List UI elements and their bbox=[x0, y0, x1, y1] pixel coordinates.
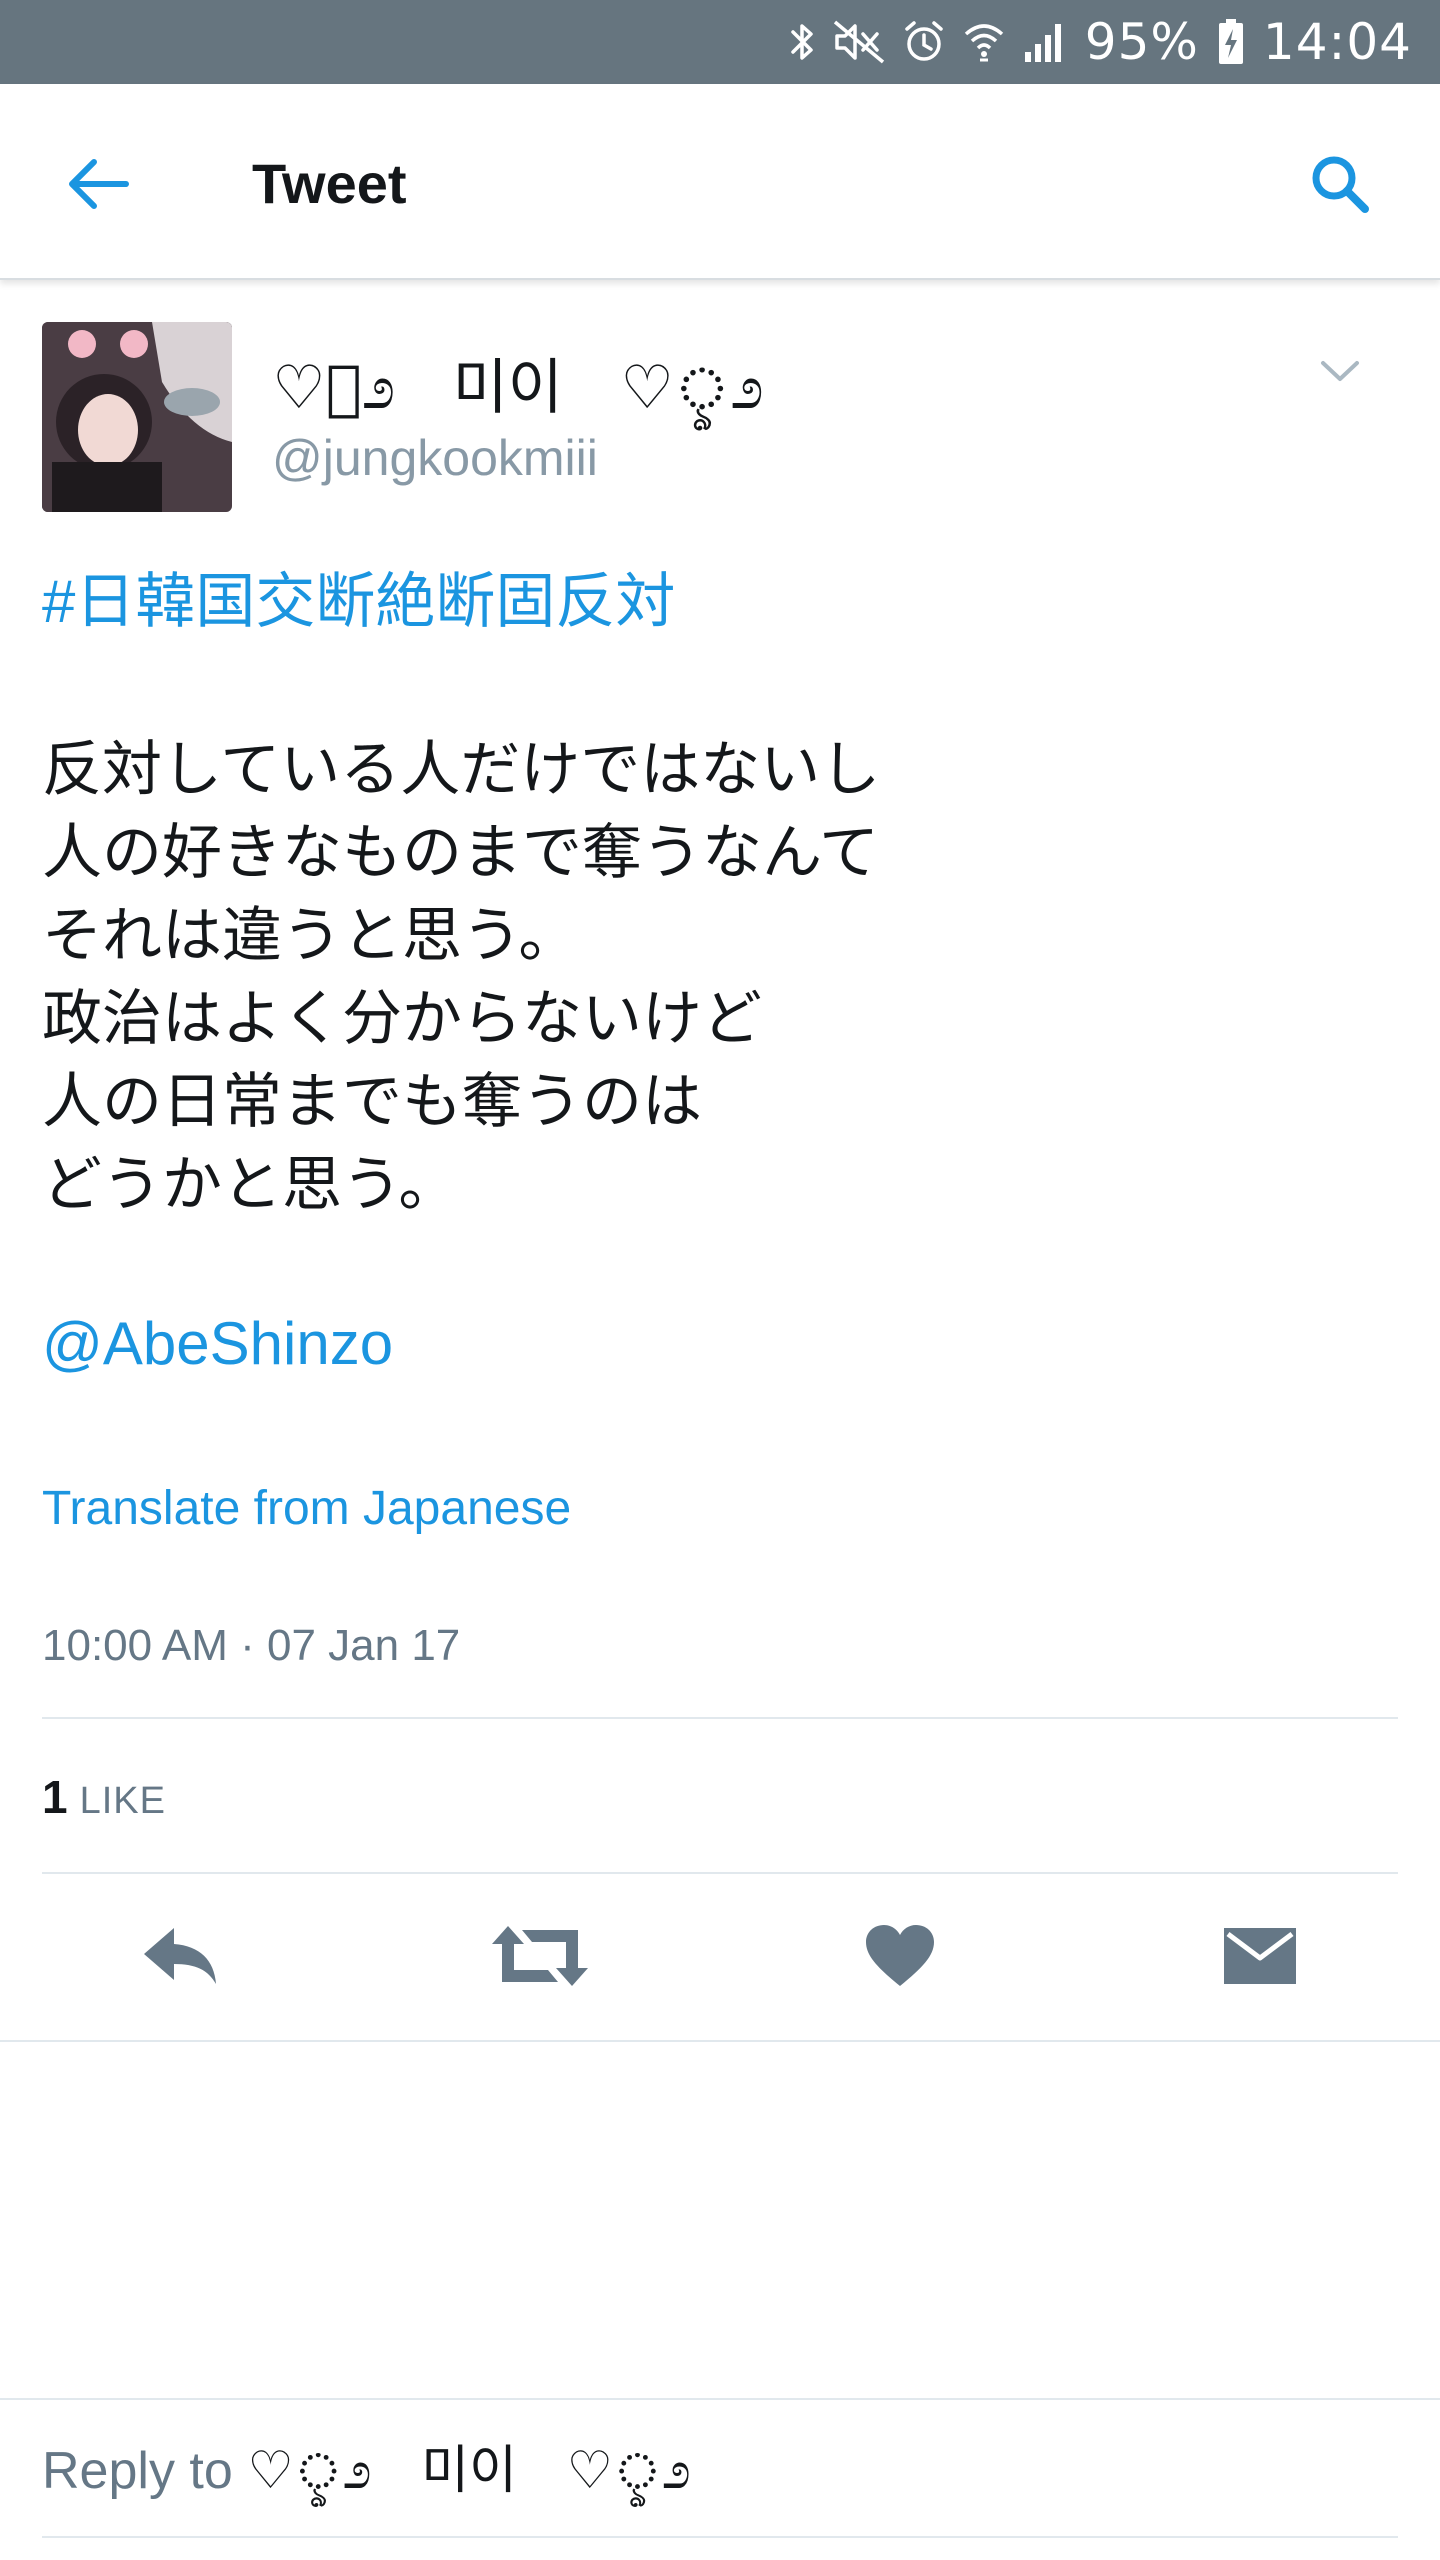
bluetooth-icon bbox=[789, 17, 815, 67]
hashtag-link[interactable]: #日韓国交断絶断固反対 bbox=[42, 566, 675, 638]
back-button[interactable] bbox=[58, 146, 138, 226]
status-bar: 95% 14:04 bbox=[0, 0, 1440, 84]
tweet-timestamp: 10:00 AM · 07 Jan 17 bbox=[42, 1621, 461, 1670]
mention-link[interactable]: @AbeShinzo bbox=[42, 1308, 393, 1380]
direct-message-button[interactable] bbox=[1210, 1916, 1310, 2000]
tweet-line: 政治はよく分からないけど bbox=[42, 985, 762, 1052]
wifi-icon bbox=[963, 17, 1005, 67]
tweet-text: 反対している人だけではないし 人の好きなものまで奪うなんて それは違うと思う。 … bbox=[42, 728, 880, 1226]
search-icon bbox=[1309, 153, 1371, 220]
app-bar: Tweet bbox=[0, 84, 1440, 280]
tweet-options-button[interactable] bbox=[1310, 348, 1370, 398]
avatar[interactable] bbox=[42, 322, 232, 512]
tweet-line: 人の日常までも奪うのは bbox=[42, 1068, 702, 1135]
reply-target-name: ♡ৢ೨ 미이 ♡ৢ೨ bbox=[247, 2441, 691, 2501]
heart-icon bbox=[864, 1924, 936, 1993]
tweet-line: 反対している人だけではないし bbox=[42, 736, 881, 803]
avatar-photo bbox=[42, 322, 232, 512]
battery-charging-icon bbox=[1217, 17, 1245, 67]
mute-icon bbox=[833, 17, 885, 67]
reply-prefix: Reply to bbox=[42, 2442, 248, 2500]
envelope-icon bbox=[1222, 1924, 1298, 1993]
tweet-actions bbox=[0, 1876, 1440, 2040]
likes-stat[interactable]: 1 LIKE bbox=[42, 1770, 166, 1825]
like-count: 1 bbox=[42, 1771, 68, 1823]
tweet-line: 人の好きなものまで奪うなんて bbox=[42, 819, 879, 886]
divider bbox=[42, 1872, 1398, 1874]
divider bbox=[0, 2398, 1440, 2400]
arrow-left-icon bbox=[66, 156, 130, 217]
alarm-icon bbox=[903, 17, 945, 67]
divider bbox=[0, 2040, 1440, 2042]
display-name[interactable]: ♡ৢ೨ 미이 ♡ৢ೨ bbox=[272, 352, 764, 424]
clock-time: 14:04 bbox=[1262, 13, 1412, 71]
retweet-button[interactable] bbox=[490, 1916, 590, 2000]
retweet-icon bbox=[492, 1924, 588, 1993]
tweet-line: どうかと思う。 bbox=[42, 1151, 459, 1218]
tweet-line: それは違うと思う。 bbox=[42, 902, 579, 969]
user-handle[interactable]: @jungkookmiii bbox=[272, 428, 598, 488]
search-button[interactable] bbox=[1300, 146, 1380, 226]
divider bbox=[42, 2536, 1398, 2538]
page-title: Tweet bbox=[252, 152, 407, 215]
reply-button[interactable] bbox=[130, 1916, 230, 2000]
like-button[interactable] bbox=[850, 1916, 950, 2000]
chevron-down-icon bbox=[1320, 359, 1360, 388]
signal-icon bbox=[1023, 17, 1067, 67]
like-label: LIKE bbox=[79, 1780, 166, 1822]
divider bbox=[42, 1717, 1398, 1719]
reply-icon bbox=[140, 1924, 220, 1993]
battery-percent: 95% bbox=[1084, 13, 1199, 71]
translate-link[interactable]: Translate from Japanese bbox=[42, 1480, 571, 1538]
reply-input[interactable]: Reply to ♡ৢ೨ 미이 ♡ৢ೨ bbox=[42, 2440, 691, 2502]
